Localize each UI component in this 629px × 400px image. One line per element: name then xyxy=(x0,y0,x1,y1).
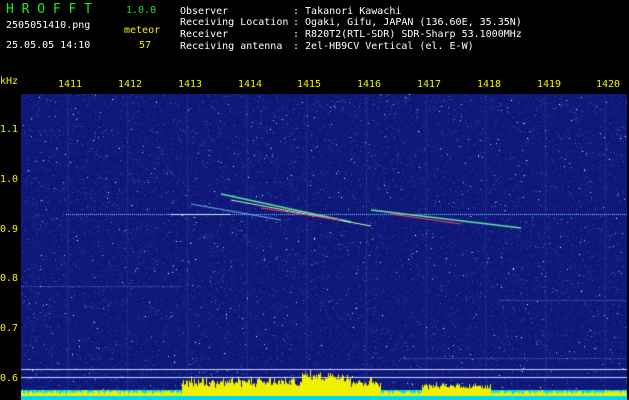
info-value-location: : Ogaki, Gifu, JAPAN (136.60E, 35.35N) xyxy=(293,17,522,28)
spectrogram xyxy=(21,94,627,400)
info-key-location: Receiving Location xyxy=(180,17,289,28)
x-tick-label: 1418 xyxy=(477,79,502,90)
x-tick-label: 1414 xyxy=(238,79,263,90)
x-tick-label: 1413 xyxy=(178,79,203,90)
y-axis-unit: kHz xyxy=(0,76,19,87)
y-tick-label: 1.0 xyxy=(0,174,19,185)
x-tick-label: 1415 xyxy=(297,79,322,90)
y-tick-label: 0.7 xyxy=(0,323,19,334)
app-version: 1.0.0 xyxy=(126,5,157,16)
spectrogram-canvas xyxy=(21,94,627,400)
x-tick-label: 1419 xyxy=(537,79,562,90)
y-tick-label: 0.8 xyxy=(0,273,19,284)
info-key-receiver: Receiver xyxy=(180,29,229,40)
x-tick-label: 1411 xyxy=(58,79,83,90)
x-tick-label: 1420 xyxy=(596,79,621,90)
file-name: 2505051410.png xyxy=(6,20,91,31)
detection-label: meteor xyxy=(124,25,161,36)
info-key-antenna: Receiving antenna xyxy=(180,41,283,52)
y-tick-label: 1.1 xyxy=(0,124,19,135)
info-value-antenna: : 2el-HB9CV Vertical (el. E-W) xyxy=(293,41,474,52)
y-tick-label: 0.6 xyxy=(0,373,19,384)
file-datetime: 25.05.05 14:10 xyxy=(6,40,91,51)
x-tick-label: 1416 xyxy=(357,79,382,90)
detection-count: 57 xyxy=(139,40,152,51)
y-tick-label: 0.9 xyxy=(0,224,19,235)
x-tick-label: 1412 xyxy=(118,79,143,90)
x-tick-label: 1417 xyxy=(417,79,442,90)
info-value-receiver: : R820T2(RTL-SDR) SDR-Sharp 53.1000MHz xyxy=(293,29,522,40)
header-panel: HROFFT 1.0.0 2505051410.png 25.05.05 14:… xyxy=(0,0,629,72)
app-logo: HROFFT xyxy=(6,2,100,17)
